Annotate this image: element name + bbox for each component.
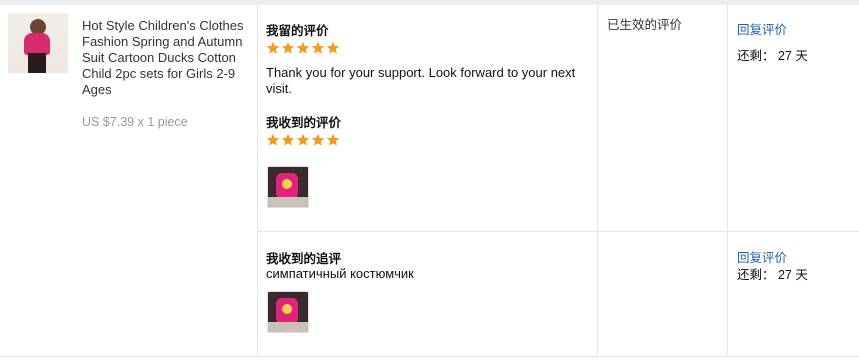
product-price: US $7.39 x 1 piece bbox=[82, 115, 188, 129]
star-icon bbox=[326, 133, 340, 146]
followup-text: симпатичный костюмчик bbox=[266, 266, 414, 281]
star-icon bbox=[296, 41, 310, 54]
remaining-days: 还剩： 27 天 bbox=[737, 49, 808, 63]
review-photo-icon[interactable] bbox=[267, 291, 309, 333]
row-divider bbox=[257, 231, 859, 232]
thumbnail-detail bbox=[24, 33, 50, 55]
feedback-received-label: 我收到的评价 bbox=[266, 116, 342, 130]
star-icon bbox=[281, 41, 295, 54]
star-icon bbox=[311, 41, 325, 54]
followup-remaining-days: 还剩： 27 天 bbox=[737, 268, 808, 282]
feedback-received-stars bbox=[266, 133, 341, 147]
column-divider bbox=[597, 5, 598, 357]
star-icon bbox=[311, 133, 325, 146]
rating-stars bbox=[266, 41, 340, 54]
rating-stars bbox=[266, 133, 340, 146]
column-divider bbox=[257, 5, 258, 357]
photo-detail bbox=[268, 322, 308, 332]
feedback-given-label: 我留的评价 bbox=[266, 24, 329, 38]
reply-feedback-link[interactable]: 回复评价 bbox=[737, 19, 787, 38]
star-icon bbox=[281, 133, 295, 146]
product-title[interactable]: Hot Style Children's Clothes Fashion Spr… bbox=[82, 18, 247, 98]
star-icon bbox=[296, 133, 310, 146]
feedback-status: 已生效的评价 bbox=[607, 18, 683, 32]
column-divider bbox=[727, 5, 728, 357]
photo-detail bbox=[282, 304, 292, 314]
feedback-given-text: Thank you for your support. Look forward… bbox=[266, 65, 576, 96]
followup-label: 我收到的追评 bbox=[266, 252, 342, 266]
feedback-given-stars bbox=[266, 41, 341, 55]
photo-detail bbox=[268, 197, 308, 207]
row-divider bbox=[0, 356, 859, 357]
star-icon bbox=[266, 133, 280, 146]
thumbnail-detail bbox=[28, 53, 46, 73]
review-photo-icon[interactable] bbox=[267, 166, 309, 208]
photo-detail bbox=[282, 179, 292, 189]
star-icon bbox=[266, 41, 280, 54]
product-thumbnail[interactable] bbox=[8, 13, 68, 73]
star-icon bbox=[326, 41, 340, 54]
